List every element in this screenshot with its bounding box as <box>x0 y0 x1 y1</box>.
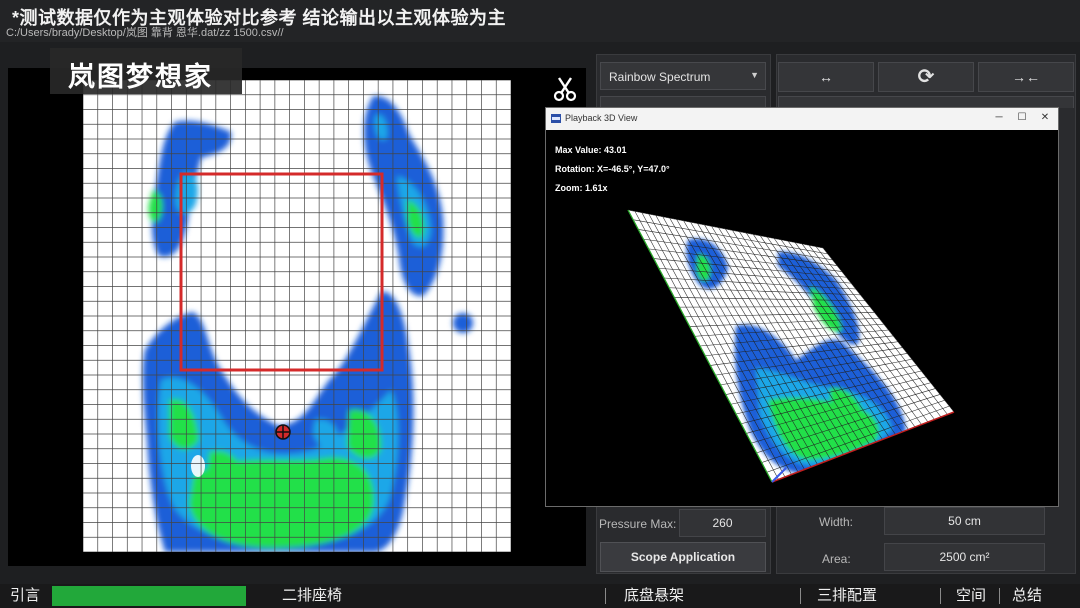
chapter-separator <box>940 588 941 604</box>
chapter-summary[interactable]: 总结 <box>1012 584 1042 608</box>
file-path: C:/Users/brady/Desktop/岚图 靠背 恩华.dat/zz 1… <box>6 27 284 39</box>
app-icon <box>551 114 561 123</box>
expand-horizontal-button[interactable]: ↔ <box>778 62 874 92</box>
chapter-progress-bar <box>52 586 246 606</box>
chapter-third-row[interactable]: 三排配置 <box>817 584 877 608</box>
window-titlebar[interactable]: Playback 3D View ─ ☐ ✕ <box>546 108 1058 130</box>
refresh-icon: ⟳ <box>917 66 935 88</box>
close-icon[interactable]: ✕ <box>1038 111 1052 125</box>
expand-horizontal-icon: ↔ <box>819 69 833 85</box>
minimize-icon[interactable]: ─ <box>992 111 1006 125</box>
watermark: 岚图梦想家 <box>50 48 242 94</box>
pressure-heatmap[interactable] <box>83 80 511 552</box>
pressure-max-label: Pressure Max: <box>599 517 677 531</box>
window-title: Playback 3D View <box>565 113 638 123</box>
chapter-second-row-seats[interactable]: 二排座椅 <box>282 584 342 608</box>
heatmap-svg <box>83 80 511 552</box>
chapter-separator <box>999 588 1000 604</box>
scope-application-button[interactable]: Scope Application <box>600 542 766 572</box>
chapter-space[interactable]: 空间 <box>956 584 986 608</box>
width-input[interactable]: 50 cm <box>884 507 1045 535</box>
chevron-down-icon: ▼ <box>750 70 759 80</box>
refresh-button[interactable]: ⟳ <box>878 62 974 92</box>
top-banner: *测试数据仅作为主观体验对比参考 结论输出以主观体验为主 C:/Users/br… <box>0 0 1080 42</box>
collapse-horizontal-icon: →← <box>1012 69 1040 85</box>
collapse-horizontal-button[interactable]: →← <box>978 62 1074 92</box>
pressure-blobs <box>142 95 473 552</box>
center-of-pressure-marker <box>275 424 291 440</box>
watermark-text: 岚图梦想家 <box>68 62 213 92</box>
colormap-value: Rainbow Spectrum <box>609 70 711 84</box>
maximize-icon[interactable]: ☐ <box>1015 111 1029 125</box>
colormap-dropdown[interactable]: Rainbow Spectrum ▼ <box>600 62 766 90</box>
chapter-intro[interactable]: 引言 <box>10 584 40 608</box>
heatmap-hole <box>191 455 205 477</box>
chapter-separator <box>605 588 606 604</box>
chapter-footer: 引言 二排座椅 底盘悬架 三排配置 空间 总结 <box>0 584 1080 608</box>
chapter-chassis[interactable]: 底盘悬架 <box>624 584 684 608</box>
pressure-max-input[interactable]: 260 <box>679 509 766 537</box>
3d-surface-plot[interactable] <box>546 130 1058 506</box>
width-label: Width: <box>819 515 854 529</box>
area-label: Area: <box>822 552 851 566</box>
scissors-icon[interactable] <box>552 76 578 102</box>
chapter-separator <box>800 588 801 604</box>
playback-3d-window[interactable]: Playback 3D View ─ ☐ ✕ Max Value: 43.01 … <box>545 107 1059 507</box>
area-input[interactable]: 2500 cm² <box>884 543 1045 571</box>
